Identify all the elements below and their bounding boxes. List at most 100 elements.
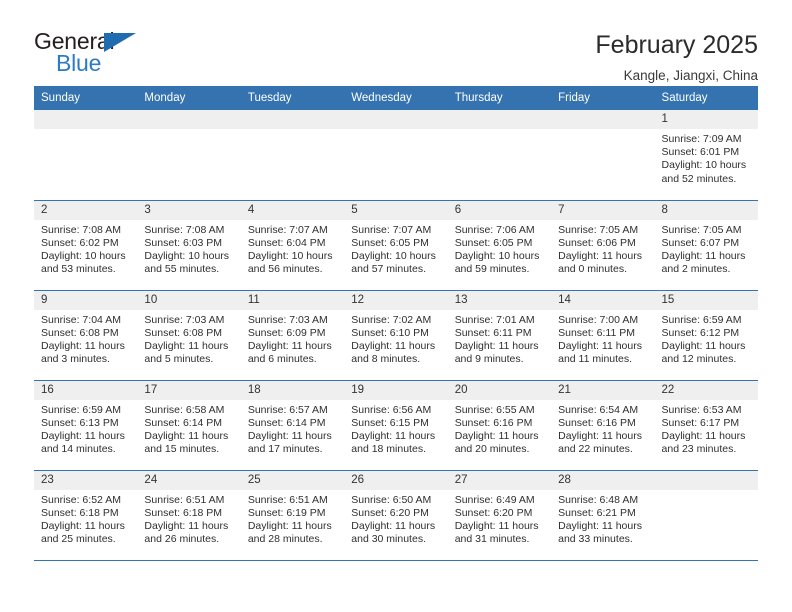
calendar-cell-day-5[interactable]: 5 Sunrise: 7:07 AM Sunset: 6:05 PM Daylight…	[344, 200, 448, 291]
calendar-cell-day-7[interactable]: 7 Sunrise: 7:05 AM Sunset: 6:06 PM Daylight…	[551, 200, 655, 291]
day-details: Sunrise: 7:08 AM Sunset: 6:03 PM Daylight:…	[137, 220, 240, 277]
sunset-text: Sunset: 6:09 PM	[247, 326, 326, 339]
daylight-text: Daylight: 11 hours and 15 minutes.	[144, 429, 229, 456]
calendar-cell-day-6[interactable]: 6 Sunrise: 7:06 AM Sunset: 6:05 PM Daylight…	[447, 200, 552, 291]
day-number: 24	[137, 470, 241, 490]
weekday-header-sunday: Sunday	[34, 86, 138, 110]
day-number	[34, 110, 138, 129]
weekday-header-monday: Monday	[137, 86, 241, 110]
sunset-text: Sunset: 6:20 PM	[454, 506, 533, 519]
calendar-cell-day-10[interactable]: 10 Sunrise: 7:03 AM Sunset: 6:08 PM Dayligh…	[137, 290, 241, 381]
sunset-text: Sunset: 6:05 PM	[454, 236, 533, 249]
daylight-text: Daylight: 11 hours and 9 minutes.	[454, 339, 539, 366]
sunrise-text: Sunrise: 7:09 AM	[661, 133, 742, 145]
calendar-week-row: 9 Sunrise: 7:04 AM Sunset: 6:08 PM Daylight…	[34, 290, 758, 381]
calendar-cell-day-14[interactable]: 14 Sunrise: 7:00 AM Sunset: 6:11 PM Dayligh…	[551, 290, 655, 381]
sunrise-text: Sunrise: 7:03 AM	[144, 313, 225, 326]
sunrise-text: Sunrise: 6:57 AM	[247, 403, 328, 416]
sunrise-text: Sunrise: 7:07 AM	[351, 223, 432, 236]
day-number: 15	[654, 290, 758, 310]
calendar-cell-empty	[137, 110, 241, 201]
sunset-text: Sunset: 6:18 PM	[144, 506, 223, 519]
day-details: Sunrise: 7:04 AM Sunset: 6:08 PM Daylight:…	[34, 310, 137, 367]
calendar-cell-day-12[interactable]: 12 Sunrise: 7:02 AM Sunset: 6:10 PM Dayligh…	[344, 290, 448, 381]
sunset-text: Sunset: 6:11 PM	[454, 326, 532, 339]
calendar-cell-day-11[interactable]: 11 Sunrise: 7:03 AM Sunset: 6:09 PM Dayligh…	[240, 290, 345, 381]
daylight-text: Daylight: 10 hours and 52 minutes.	[661, 159, 747, 185]
weekday-header-wednesday: Wednesday	[344, 86, 448, 110]
day-details: Sunrise: 6:58 AM Sunset: 6:14 PM Daylight:…	[137, 400, 240, 457]
calendar-cell-day-8[interactable]: 8 Sunrise: 7:05 AM Sunset: 6:07 PM Daylight…	[654, 200, 758, 291]
calendar-cell-day-4[interactable]: 4 Sunrise: 7:07 AM Sunset: 6:04 PM Daylight…	[240, 200, 345, 291]
sunrise-text: Sunrise: 6:51 AM	[247, 493, 328, 506]
daylight-text: Daylight: 11 hours and 6 minutes.	[247, 339, 332, 366]
calendar-cell-day-24[interactable]: 24 Sunrise: 6:51 AM Sunset: 6:18 PM Dayligh…	[137, 470, 241, 561]
day-details: Sunrise: 6:48 AM Sunset: 6:21 PM Daylight:…	[551, 490, 654, 547]
day-number	[344, 110, 448, 129]
sunset-text: Sunset: 6:19 PM	[247, 506, 326, 519]
daylight-text: Daylight: 10 hours and 53 minutes.	[41, 249, 126, 276]
sunset-text: Sunset: 6:07 PM	[661, 236, 740, 249]
day-number: 11	[240, 290, 345, 310]
calendar-cell-day-19[interactable]: 19 Sunrise: 6:56 AM Sunset: 6:15 PM Dayligh…	[344, 380, 448, 471]
day-number: 23	[34, 470, 138, 490]
sunset-text: Sunset: 6:12 PM	[661, 326, 740, 339]
sunset-text: Sunset: 6:20 PM	[351, 506, 429, 519]
calendar-cell-day-13[interactable]: 13 Sunrise: 7:01 AM Sunset: 6:11 PM Dayligh…	[447, 290, 552, 381]
sunrise-text: Sunrise: 7:05 AM	[661, 223, 742, 236]
sunrise-text: Sunrise: 6:54 AM	[558, 403, 639, 416]
calendar-cell-day-21[interactable]: 21 Sunrise: 6:54 AM Sunset: 6:16 PM Dayligh…	[551, 380, 655, 471]
calendar-cell-day-28[interactable]: 28 Sunrise: 6:48 AM Sunset: 6:21 PM Dayligh…	[551, 470, 655, 561]
calendar-cell-day-9[interactable]: 9 Sunrise: 7:04 AM Sunset: 6:08 PM Daylight…	[34, 290, 138, 381]
day-number: 3	[137, 200, 241, 220]
sunset-text: Sunset: 6:21 PM	[558, 506, 636, 519]
calendar-cell-day-25[interactable]: 25 Sunrise: 6:51 AM Sunset: 6:19 PM Dayligh…	[240, 470, 345, 561]
day-number: 5	[344, 200, 448, 220]
daylight-text: Daylight: 11 hours and 23 minutes.	[661, 429, 746, 456]
sunrise-text: Sunrise: 6:49 AM	[454, 493, 535, 506]
brand-name-blue: Blue	[56, 50, 102, 76]
calendar-cell-empty	[240, 110, 345, 201]
calendar-cell-day-3[interactable]: 3 Sunrise: 7:08 AM Sunset: 6:03 PM Daylight…	[137, 200, 241, 291]
sunset-text: Sunset: 6:05 PM	[351, 236, 429, 249]
day-details: Sunrise: 7:05 AM Sunset: 6:07 PM Daylight:…	[655, 220, 758, 277]
sunset-text: Sunset: 6:10 PM	[351, 326, 429, 339]
daylight-text: Daylight: 10 hours and 59 minutes.	[454, 249, 540, 276]
weekday-header-saturday: Saturday	[654, 86, 758, 110]
calendar-cell-day-23[interactable]: 23 Sunrise: 6:52 AM Sunset: 6:18 PM Dayligh…	[34, 470, 138, 561]
calendar-cell-day-22[interactable]: 22 Sunrise: 6:53 AM Sunset: 6:17 PM Dayligh…	[654, 380, 758, 471]
calendar-cell-day-20[interactable]: 20 Sunrise: 6:55 AM Sunset: 6:16 PM Dayligh…	[447, 380, 552, 471]
day-number: 21	[551, 380, 655, 400]
sunrise-text: Sunrise: 7:05 AM	[558, 223, 639, 236]
calendar-cell-day-16[interactable]: 16 Sunrise: 6:59 AM Sunset: 6:13 PM Dayligh…	[34, 380, 138, 471]
daylight-text: Daylight: 10 hours and 56 minutes.	[247, 249, 333, 276]
calendar-grid: Sunday Monday Tuesday Wednesday Thursday Frid…	[34, 86, 758, 561]
day-details: Sunrise: 7:05 AM Sunset: 6:06 PM Daylight:…	[551, 220, 654, 277]
sunrise-text: Sunrise: 6:53 AM	[661, 403, 742, 416]
brand-logo: General Blue	[34, 30, 164, 78]
calendar-week-row: 23 Sunrise: 6:52 AM Sunset: 6:18 PM Dayligh…	[34, 470, 758, 561]
calendar-cell-empty	[551, 110, 655, 201]
sunrise-text: Sunrise: 7:00 AM	[558, 313, 639, 326]
calendar-cell-day-26[interactable]: 26 Sunrise: 6:50 AM Sunset: 6:20 PM Dayligh…	[344, 470, 448, 561]
day-details: Sunrise: 6:52 AM Sunset: 6:18 PM Daylight:…	[34, 490, 137, 547]
sunrise-text: Sunrise: 7:06 AM	[454, 223, 535, 236]
day-number: 20	[447, 380, 552, 400]
calendar-week-row: 16 Sunrise: 6:59 AM Sunset: 6:13 PM Dayligh…	[34, 380, 758, 471]
day-number: 2	[34, 200, 138, 220]
daylight-text: Daylight: 11 hours and 17 minutes.	[247, 429, 332, 456]
calendar-cell-day-17[interactable]: 17 Sunrise: 6:58 AM Sunset: 6:14 PM Dayligh…	[137, 380, 241, 471]
daylight-text: Daylight: 11 hours and 26 minutes.	[144, 519, 229, 546]
calendar-cell-day-2[interactable]: 2 Sunrise: 7:08 AM Sunset: 6:02 PM Daylight…	[34, 200, 138, 291]
day-details: Sunrise: 7:07 AM Sunset: 6:04 PM Daylight:…	[241, 220, 344, 277]
sunrise-text: Sunrise: 7:04 AM	[41, 313, 121, 326]
day-number: 28	[551, 470, 655, 490]
sunrise-text: Sunrise: 6:55 AM	[454, 403, 535, 416]
calendar-cell-day-1[interactable]: 1 Sunrise: 7:09 AM Sunset: 6:01 PM Daylight…	[654, 110, 758, 201]
daylight-text: Daylight: 11 hours and 25 minutes.	[41, 519, 125, 546]
calendar-page: General Blue February 2025 Kangle, Jiang…	[0, 0, 792, 612]
calendar-cell-day-27[interactable]: 27 Sunrise: 6:49 AM Sunset: 6:20 PM Dayligh…	[447, 470, 552, 561]
calendar-cell-day-18[interactable]: 18 Sunrise: 6:57 AM Sunset: 6:14 PM Dayligh…	[240, 380, 345, 471]
sunrise-text: Sunrise: 6:58 AM	[144, 403, 225, 416]
calendar-cell-day-15[interactable]: 15 Sunrise: 6:59 AM Sunset: 6:12 PM Dayligh…	[654, 290, 758, 381]
